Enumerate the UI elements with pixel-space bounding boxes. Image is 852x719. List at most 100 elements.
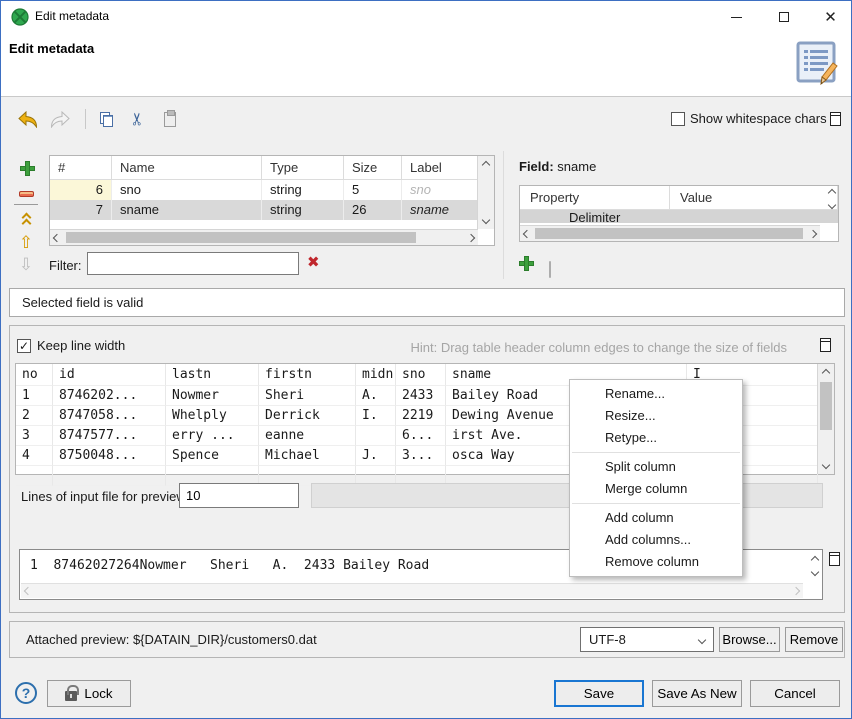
panel-toggle-icon[interactable]	[820, 338, 831, 352]
field-row-sname-selected[interactable]: 7 sname string 26 sname	[50, 200, 478, 220]
status-message: Selected field is valid	[22, 295, 143, 310]
scroll-down-icon	[482, 216, 490, 224]
menu-item-resize[interactable]: Resize...	[570, 405, 742, 427]
copy-button[interactable]	[93, 107, 119, 131]
vscroll-thumb[interactable]	[820, 382, 832, 430]
redo-icon	[50, 111, 70, 128]
minimize-button[interactable]	[713, 1, 759, 33]
add-field-button[interactable]	[15, 157, 37, 177]
plus-icon	[20, 161, 33, 174]
minus-icon	[19, 191, 34, 197]
raw-preview-hscrollbar[interactable]	[21, 583, 803, 598]
menu-item-remove-column[interactable]: Remove column	[570, 551, 742, 573]
scroll-down-icon	[828, 201, 836, 209]
cancel-button[interactable]: Cancel	[750, 680, 840, 707]
arrow-down-icon: ⇩	[19, 256, 33, 273]
property-table-hscrollbar[interactable]	[520, 225, 820, 241]
move-field-up-button[interactable]: ⇧	[15, 232, 37, 252]
hscroll-thumb[interactable]	[535, 228, 803, 239]
hscroll-thumb[interactable]	[66, 232, 416, 243]
title-bar: Edit metadata ✕	[1, 1, 851, 33]
status-bar: Selected field is valid	[9, 288, 845, 317]
menu-item-merge-column[interactable]: Merge column	[570, 478, 742, 500]
menu-separator	[572, 503, 740, 504]
panel-toggle-icon[interactable]	[830, 112, 841, 126]
window-title: Edit metadata	[35, 9, 109, 23]
attached-preview-bar: Attached preview: ${DATAIN_DIR}/customer…	[9, 621, 845, 658]
scroll-left-icon	[53, 234, 61, 242]
lock-icon	[65, 691, 77, 701]
menu-item-add-columns[interactable]: Add columns...	[570, 529, 742, 551]
scroll-up-icon	[822, 369, 830, 377]
close-button[interactable]: ✕	[809, 1, 852, 33]
panel-toggle-icon[interactable]	[829, 552, 840, 566]
field-row-sno[interactable]: 6 sno string 5 sno	[50, 180, 478, 200]
edit-metadata-icon	[795, 41, 839, 87]
encoding-value: UTF-8	[589, 632, 626, 647]
property-table-vscrollbar[interactable]	[829, 190, 835, 208]
data-table-vscrollbar[interactable]	[817, 364, 834, 474]
cut-button[interactable]: ✂	[125, 107, 151, 131]
fields-table[interactable]: # Name Type Size Label 6 sno string 5 sn…	[49, 155, 495, 246]
scroll-down-icon	[822, 461, 830, 469]
lines-of-input-label: Lines of input file for preview:	[21, 489, 189, 504]
minimize-icon	[731, 17, 742, 18]
chevron-down-icon	[698, 636, 706, 644]
field-caption: Field: sname	[519, 159, 596, 174]
scroll-right-icon	[809, 230, 817, 238]
clear-filter-icon[interactable]: ✖	[307, 253, 320, 271]
scroll-up-icon	[811, 556, 819, 564]
save-button[interactable]: Save	[554, 680, 644, 707]
field-caption-label: Field:	[519, 159, 554, 174]
menu-item-split-column[interactable]: Split column	[570, 456, 742, 478]
property-row-delimiter[interactable]: Delimiter	[520, 210, 838, 223]
scroll-left-icon	[24, 587, 32, 595]
menu-item-rename[interactable]: Rename...	[570, 383, 742, 405]
field-caption-value: sname	[557, 159, 596, 174]
remove-field-button[interactable]	[15, 184, 37, 204]
property-table[interactable]: Property Value Delimiter	[519, 185, 839, 242]
dialog-header: Edit metadata	[1, 33, 851, 97]
keep-line-width-checkbox[interactable]	[17, 339, 31, 353]
page-title: Edit metadata	[9, 41, 94, 56]
raw-preview-vscrollbar[interactable]	[812, 557, 818, 575]
redo-button[interactable]	[47, 107, 73, 131]
paste-icon	[164, 112, 176, 127]
lock-button[interactable]: Lock	[47, 680, 131, 707]
panel-sash[interactable]	[503, 151, 504, 279]
double-chevron-up-icon	[23, 214, 30, 227]
clover-app-icon	[11, 8, 29, 26]
remove-button[interactable]: Remove	[785, 627, 843, 652]
close-icon: ✕	[824, 10, 837, 25]
encoding-select[interactable]: UTF-8	[580, 627, 714, 652]
maximize-button[interactable]	[761, 1, 807, 33]
browse-button[interactable]: Browse...	[719, 627, 780, 652]
paste-button[interactable]	[157, 107, 183, 131]
undo-button[interactable]	[15, 107, 41, 131]
cut-icon: ✂	[128, 112, 148, 126]
fields-table-hscrollbar[interactable]	[50, 229, 478, 245]
show-whitespace-checkbox[interactable]	[671, 112, 685, 126]
menu-item-add-column[interactable]: Add column	[570, 507, 742, 529]
scroll-left-icon	[523, 230, 531, 238]
move-field-top-button[interactable]	[15, 210, 37, 230]
fields-table-header[interactable]: # Name Type Size Label	[50, 156, 478, 180]
hint-text: Hint: Drag table header column edges to …	[410, 340, 787, 355]
scroll-down-icon	[811, 568, 819, 576]
minus-icon	[549, 261, 551, 278]
column-context-menu: Rename... Resize... Retype... Split colu…	[569, 379, 743, 577]
menu-item-retype[interactable]: Retype...	[570, 427, 742, 449]
move-field-down-button[interactable]: ⇩	[15, 254, 37, 274]
strip-separator	[14, 204, 38, 205]
menu-separator	[572, 452, 740, 453]
property-table-header[interactable]: Property Value	[520, 186, 838, 210]
filter-input[interactable]	[87, 252, 299, 275]
help-icon[interactable]: ?	[15, 682, 37, 704]
scroll-right-icon	[792, 587, 800, 595]
save-as-new-button[interactable]: Save As New	[652, 680, 742, 707]
remove-property-button[interactable]	[549, 262, 551, 277]
fields-table-vscrollbar[interactable]	[477, 156, 494, 229]
toolbar-separator	[85, 109, 86, 129]
lines-of-input-field[interactable]	[179, 483, 299, 508]
show-whitespace-label: Show whitespace chars	[690, 111, 827, 126]
